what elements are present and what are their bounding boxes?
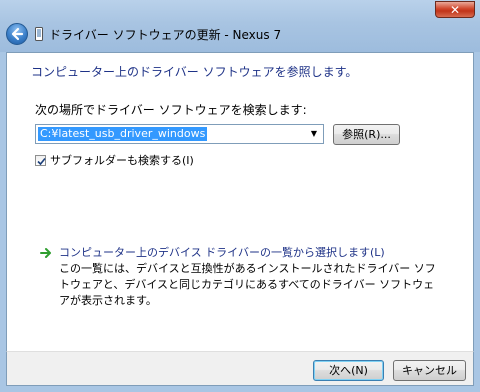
device-icon	[35, 27, 43, 41]
next-button[interactable]: 次へ(N)	[313, 360, 384, 381]
path-input[interactable]: C:¥latest_usb_driver_windows	[38, 127, 208, 141]
include-subfolders-label[interactable]: サブフォルダーも検索する(I)	[50, 152, 194, 168]
pick-from-list-description: この一覧には、デバイスと互換性があるインストールされたドライバー ソフトウェアと…	[59, 262, 436, 307]
search-location-label: 次の場所でドライバー ソフトウェアを検索します:	[35, 103, 307, 117]
close-button[interactable]: ✕	[435, 1, 475, 18]
page-heading: コンピューター上のドライバー ソフトウェアを参照します。	[31, 65, 358, 79]
pick-from-list-link[interactable]: コンピューター上のデバイス ドライバーの一覧から選択します(L)	[59, 244, 385, 260]
close-icon: ✕	[449, 3, 461, 17]
include-subfolders-checkbox[interactable]	[35, 155, 46, 166]
cancel-button[interactable]: キャンセル	[393, 360, 466, 381]
browse-button[interactable]: 参照(R)...	[333, 124, 400, 145]
path-combobox[interactable]: C:¥latest_usb_driver_windows ▼	[35, 124, 324, 144]
checkmark-icon	[37, 157, 46, 166]
back-arrow-icon	[11, 27, 24, 41]
window-title: ドライバー ソフトウェアの更新 - Nexus 7	[49, 28, 282, 42]
back-button[interactable]	[6, 23, 28, 45]
green-arrow-icon	[40, 248, 51, 258]
dropdown-arrow-icon[interactable]: ▼	[307, 127, 321, 141]
